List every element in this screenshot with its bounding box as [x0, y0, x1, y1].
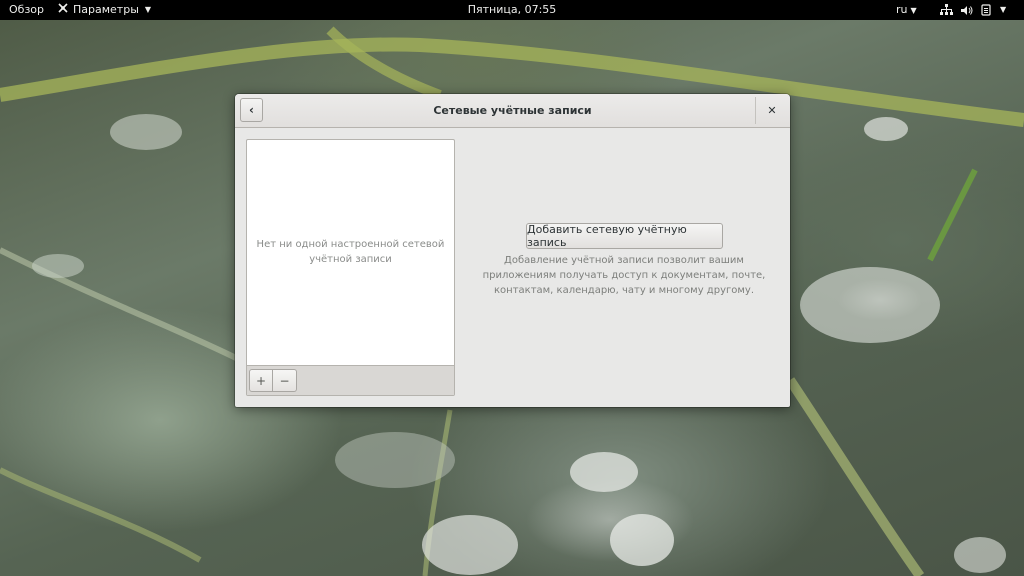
system-tray[interactable]: ▼	[940, 0, 1006, 20]
clock-container: Пятница, 07:55	[0, 0, 1024, 20]
clock[interactable]: Пятница, 07:55	[468, 3, 557, 16]
dialog-title: Сетевые учётные записи	[433, 104, 592, 117]
network-wired-icon	[940, 0, 953, 20]
app-menu-label: Параметры	[73, 3, 139, 16]
close-button[interactable]: ✕	[762, 100, 782, 120]
empty-list-message: Нет ни одной настроенной сетевой учётной…	[256, 239, 445, 265]
header-separator	[755, 97, 756, 124]
online-accounts-dialog: ‹ Сетевые учётные записи ✕ Нет ни одной …	[235, 94, 790, 407]
minus-icon: −	[279, 373, 290, 388]
dialog-header-bar: ‹ Сетевые учётные записи ✕	[235, 94, 790, 128]
desktop-wallpaper: Обзор Параметры ▼ Пятница, 07:55 ru ▼ ▼ …	[0, 0, 1024, 576]
power-menu-icon	[981, 0, 992, 20]
settings-gear-icon	[57, 0, 69, 20]
language-label: ru	[896, 3, 908, 16]
plus-icon: +	[255, 373, 267, 388]
language-indicator[interactable]: ru ▼	[896, 0, 917, 21]
top-bar: Обзор Параметры ▼ Пятница, 07:55 ru ▼ ▼	[0, 0, 1024, 20]
volume-icon	[961, 0, 973, 20]
chevron-down-icon: ▼	[910, 6, 917, 15]
app-menu[interactable]: Параметры ▼	[57, 0, 151, 20]
close-icon: ✕	[767, 103, 777, 117]
accounts-list[interactable]: Нет ни одной настроенной сетевой учётной…	[246, 139, 455, 396]
remove-account-button[interactable]: −	[273, 369, 297, 392]
add-account-description: Добавление учётной записи позволит вашим…	[482, 255, 766, 296]
activities-button[interactable]: Обзор	[9, 0, 44, 20]
add-account-small-button[interactable]: +	[249, 369, 273, 392]
accounts-list-toolbar: + −	[247, 365, 454, 395]
add-online-account-button[interactable]: Добавить сетевую учётную запись	[526, 223, 723, 249]
chevron-down-icon: ▼	[144, 5, 152, 14]
chevron-down-icon: ▼	[1000, 5, 1007, 14]
